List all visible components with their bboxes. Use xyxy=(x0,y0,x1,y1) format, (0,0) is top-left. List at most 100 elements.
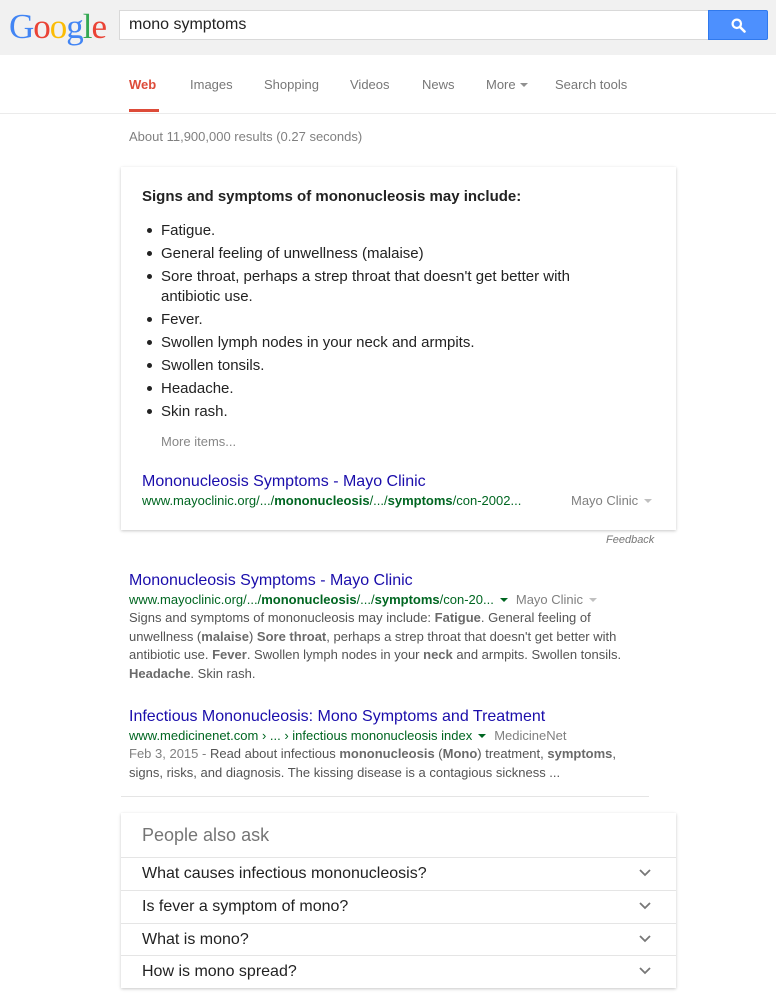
tab-news[interactable]: News xyxy=(422,77,455,92)
url-part: www.mayoclinic.org/.../ xyxy=(142,493,275,508)
caret-down-icon xyxy=(644,499,653,503)
description-text: ) xyxy=(248,628,257,644)
result-description: Signs and symptoms of mononucleosis may … xyxy=(129,609,639,683)
caret-down-icon xyxy=(589,598,598,602)
snippet-item-text: Sore throat, perhaps a strep throat that… xyxy=(161,268,570,305)
search-box[interactable] xyxy=(119,10,709,40)
snippet-list-item: General feeling of unwellness (malaise) xyxy=(142,244,612,264)
description-text: ) treatment, xyxy=(477,746,548,761)
snippet-title-link[interactable]: Mononucleosis Symptoms - Mayo Clinic xyxy=(142,473,426,491)
snippet-source-label: Mayo Clinic xyxy=(571,493,639,508)
description-text: Signs and symptoms of mononucleosis may … xyxy=(129,610,435,625)
url-part: /con-2002... xyxy=(452,493,522,508)
result-url: www.mayoclinic.org/.../mononucleosis/...… xyxy=(129,591,639,609)
url-part: www.mayoclinic.org/.../ xyxy=(129,592,262,607)
snippet-list-item: Sore throat, perhaps a strep throat that… xyxy=(142,267,612,306)
result-date: Feb 3, 2015 - xyxy=(129,746,210,761)
result-source: MedicineNet xyxy=(494,728,566,743)
snippet-list-item: Skin rash. xyxy=(142,402,612,422)
url-part: /.../ xyxy=(356,592,375,607)
tab-more-label: More xyxy=(486,77,516,92)
tab-images[interactable]: Images xyxy=(190,77,233,92)
tab-more[interactable]: More xyxy=(486,77,528,92)
highlighted-term: Headache xyxy=(129,665,191,681)
search-result: Infectious Mononucleosis: Mono Symptoms … xyxy=(129,707,639,782)
snippet-source[interactable]: Mayo Clinic xyxy=(571,493,653,508)
snippet-list-item: Fever. xyxy=(142,310,612,330)
description-text: . Swollen lymph nodes in your xyxy=(246,647,424,662)
result-source-label: MedicineNet xyxy=(494,728,567,743)
snippet-list-item: Swollen tonsils. xyxy=(142,356,612,376)
description-text: and armpits. Swollen tonsils. xyxy=(452,647,622,662)
snippet-item-text: General feeling of unwellness (malaise) xyxy=(161,245,424,263)
search-button[interactable] xyxy=(708,10,768,40)
paa-heading: People also ask xyxy=(142,825,270,845)
paa-question-text: What is mono? xyxy=(142,931,249,948)
description-text: . Skin rash. xyxy=(190,665,256,681)
highlighted-term: Fatigue xyxy=(434,610,481,625)
tab-search-tools[interactable]: Search tools xyxy=(555,77,627,92)
highlighted-term: Mono xyxy=(442,746,478,761)
paa-question-text: What causes infectious mononucleosis? xyxy=(142,865,427,882)
tab-web[interactable]: Web xyxy=(129,77,156,92)
snippet-list-item: Swollen lymph nodes in your neck and arm… xyxy=(142,333,612,353)
bullet-icon xyxy=(147,274,152,280)
paa-question-text: Is fever a symptom of mono? xyxy=(142,898,349,915)
snippet-heading: Signs and symptoms of mononucleosis may … xyxy=(142,188,522,205)
snippet-item-text: Headache. xyxy=(161,380,234,398)
result-title-link[interactable]: Mononucleosis Symptoms - Mayo Clinic xyxy=(129,572,413,589)
url-part: mononucleosis xyxy=(261,592,357,607)
logo-letter: l xyxy=(82,7,93,46)
url-part: symptoms xyxy=(374,592,440,607)
paa-question[interactable]: What is mono? xyxy=(121,923,676,956)
result-source-label: Mayo Clinic xyxy=(515,592,584,607)
highlighted-term: neck xyxy=(423,647,453,662)
chevron-down-icon xyxy=(639,869,651,877)
snippet-item-text: Fatigue. xyxy=(161,222,216,239)
result-title-link[interactable]: Infectious Mononucleosis: Mono Symptoms … xyxy=(129,708,545,725)
bullet-icon xyxy=(147,228,152,233)
divider xyxy=(121,796,649,797)
url-part: /con-20... xyxy=(439,592,494,607)
logo-letter: o xyxy=(49,7,67,46)
active-tab-indicator xyxy=(129,109,159,112)
url-options-caret-icon[interactable] xyxy=(499,598,508,602)
highlighted-term: mononucleosis xyxy=(339,746,435,761)
logo-letter: e xyxy=(91,7,108,46)
url-part: mononucleosis xyxy=(274,493,370,508)
snippet-url: www.mayoclinic.org/.../mononucleosis/...… xyxy=(142,493,521,508)
bullet-icon xyxy=(147,409,152,415)
results-stats: About 11,900,000 results (0.27 seconds) xyxy=(129,129,363,144)
snippet-item-text: Skin rash. xyxy=(161,403,228,421)
paa-question[interactable]: What causes infectious mononucleosis? xyxy=(121,857,676,890)
highlighted-term: Fever xyxy=(212,647,247,662)
chevron-down-icon xyxy=(639,902,651,910)
description-text: Read about infectious xyxy=(209,746,340,761)
magnifier-icon xyxy=(731,18,746,33)
more-items-link[interactable]: More items... xyxy=(161,434,236,449)
snippet-list-item: Fatigue. xyxy=(142,221,612,241)
tab-shopping[interactable]: Shopping xyxy=(264,77,319,92)
description-text: ( xyxy=(434,746,443,761)
tab-videos[interactable]: Videos xyxy=(350,77,390,92)
chevron-down-icon xyxy=(639,935,651,943)
google-logo[interactable]: Google xyxy=(9,7,108,46)
paa-question[interactable]: Is fever a symptom of mono? xyxy=(121,890,676,923)
bullet-icon xyxy=(147,316,152,322)
logo-letter: g xyxy=(66,7,83,46)
url-part: www.medicinenet.com › ... › infectious m… xyxy=(129,728,473,743)
result-description: Feb 3, 2015 - Read about infectious mono… xyxy=(129,745,639,782)
paa-question[interactable]: How is mono spread? xyxy=(121,955,676,988)
snippet-item-text: Swollen tonsils. xyxy=(161,356,265,374)
bullet-icon xyxy=(147,251,152,257)
featured-snippet: Signs and symptoms of mononucleosis may … xyxy=(121,167,676,530)
search-input[interactable] xyxy=(120,11,709,39)
url-options-caret-icon[interactable] xyxy=(478,734,487,738)
feedback-link[interactable]: Feedback xyxy=(606,534,654,546)
highlighted-term: malaise xyxy=(201,628,249,644)
url-part: symptoms xyxy=(387,493,453,508)
chevron-down-icon xyxy=(639,967,651,975)
result-source[interactable]: Mayo Clinic xyxy=(515,592,598,607)
snippet-item-text: Fever. xyxy=(161,310,203,328)
highlighted-term: symptoms xyxy=(547,746,613,761)
